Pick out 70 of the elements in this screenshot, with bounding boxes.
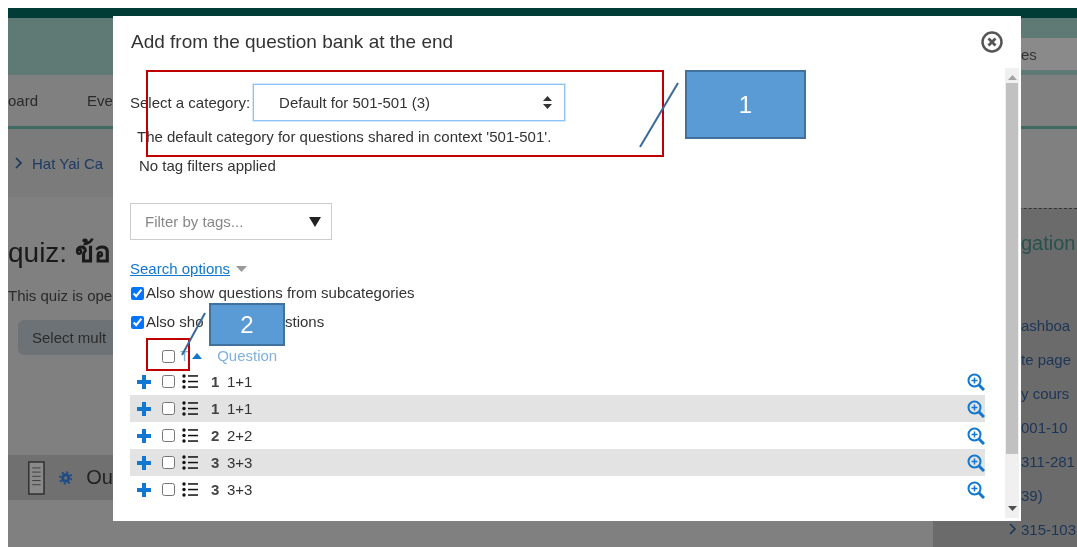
- add-icon[interactable]: [137, 428, 151, 443]
- navigation-link[interactable]: 315-103: [1021, 520, 1077, 538]
- list-icon: [182, 482, 198, 497]
- section-title: Ou: [86, 466, 113, 489]
- question-name[interactable]: 1+1: [227, 400, 253, 417]
- checkbox[interactable]: [161, 402, 175, 415]
- navigation-link[interactable]: 39): [1021, 486, 1043, 504]
- category-select[interactable]: Default for 501-501 (3): [253, 84, 566, 121]
- checkbox[interactable]: [161, 375, 175, 388]
- list-icon: [182, 428, 198, 443]
- checkbox[interactable]: [161, 429, 175, 442]
- navigation-link[interactable]: te page: [1021, 350, 1072, 368]
- callout-label: 2: [209, 303, 285, 346]
- caret-icon: [236, 266, 248, 272]
- scrollbar[interactable]: [1005, 68, 1019, 518]
- add-icon[interactable]: [137, 482, 151, 497]
- zoom-in-icon[interactable]: [967, 453, 985, 472]
- search-options-link[interactable]: Search options: [130, 258, 231, 280]
- scroll-down-icon[interactable]: [1007, 506, 1017, 511]
- add-icon[interactable]: [137, 374, 151, 389]
- chevron-icon: [15, 157, 22, 169]
- callout-label: 1: [685, 70, 806, 139]
- option-label: Also show questions from subcategories: [146, 283, 415, 303]
- navigation-link[interactable]: 001-10: [1021, 418, 1068, 436]
- question-number: 3: [211, 481, 221, 498]
- breadcrumb-link[interactable]: Hat Yai Ca: [32, 154, 104, 172]
- question-name[interactable]: 3+3: [227, 454, 253, 471]
- close-icon[interactable]: [981, 31, 1003, 53]
- select-all-checkbox[interactable]: [161, 349, 175, 363]
- zoom-in-icon[interactable]: [967, 426, 985, 445]
- navigation-link[interactable]: 311-281: [1021, 452, 1075, 470]
- checkbox[interactable]: [131, 286, 144, 300]
- tag-filter-dropdown[interactable]: Filter by tags...: [130, 203, 332, 240]
- caret-icon: [309, 216, 321, 227]
- question-number: 1: [211, 373, 221, 390]
- block-title: gation: [1021, 231, 1077, 256]
- question-name[interactable]: 1+1: [227, 373, 253, 390]
- sort-arrows-icon: [543, 96, 553, 109]
- list-icon: [182, 374, 198, 389]
- zoom-in-icon[interactable]: [967, 372, 985, 391]
- add-icon[interactable]: [137, 455, 151, 470]
- checkbox[interactable]: [161, 483, 175, 496]
- highlight-frame: [146, 338, 190, 371]
- option-label: stions: [285, 312, 325, 332]
- search-field[interactable]: es: [1021, 38, 1077, 70]
- question-name[interactable]: 2+2: [227, 427, 253, 444]
- list-icon: [182, 455, 198, 470]
- add-icon[interactable]: [137, 401, 151, 416]
- checkbox[interactable]: [161, 456, 175, 469]
- zoom-in-icon[interactable]: [967, 399, 985, 418]
- question-number: 2: [211, 427, 221, 444]
- checkbox[interactable]: [131, 315, 144, 329]
- dialog-title: Add from the question bank at the end: [131, 31, 454, 53]
- tag-filter-status: No tag filters applied: [138, 156, 277, 176]
- gear-icon: [58, 469, 73, 486]
- zoom-in-icon[interactable]: [967, 480, 985, 499]
- quiz-notice: This quiz is ope: [8, 286, 113, 306]
- list-icon: [182, 401, 198, 416]
- leader-line: [639, 82, 679, 148]
- question-number: 3: [211, 454, 221, 471]
- question-name[interactable]: 3+3: [227, 481, 253, 498]
- navigation-link[interactable]: y cours: [1021, 384, 1070, 402]
- page-heading: quiz: ข้อ: [8, 236, 112, 270]
- question-number: 1: [211, 400, 221, 417]
- chevron-icon: [1009, 523, 1016, 535]
- nav-link[interactable]: Eve: [87, 92, 113, 109]
- select-button[interactable]: Select mult: [18, 320, 113, 355]
- column-sort-link[interactable]: Question: [217, 348, 278, 364]
- nav-link[interactable]: oard: [8, 92, 39, 109]
- navigation-link[interactable]: ashboa: [1021, 316, 1071, 334]
